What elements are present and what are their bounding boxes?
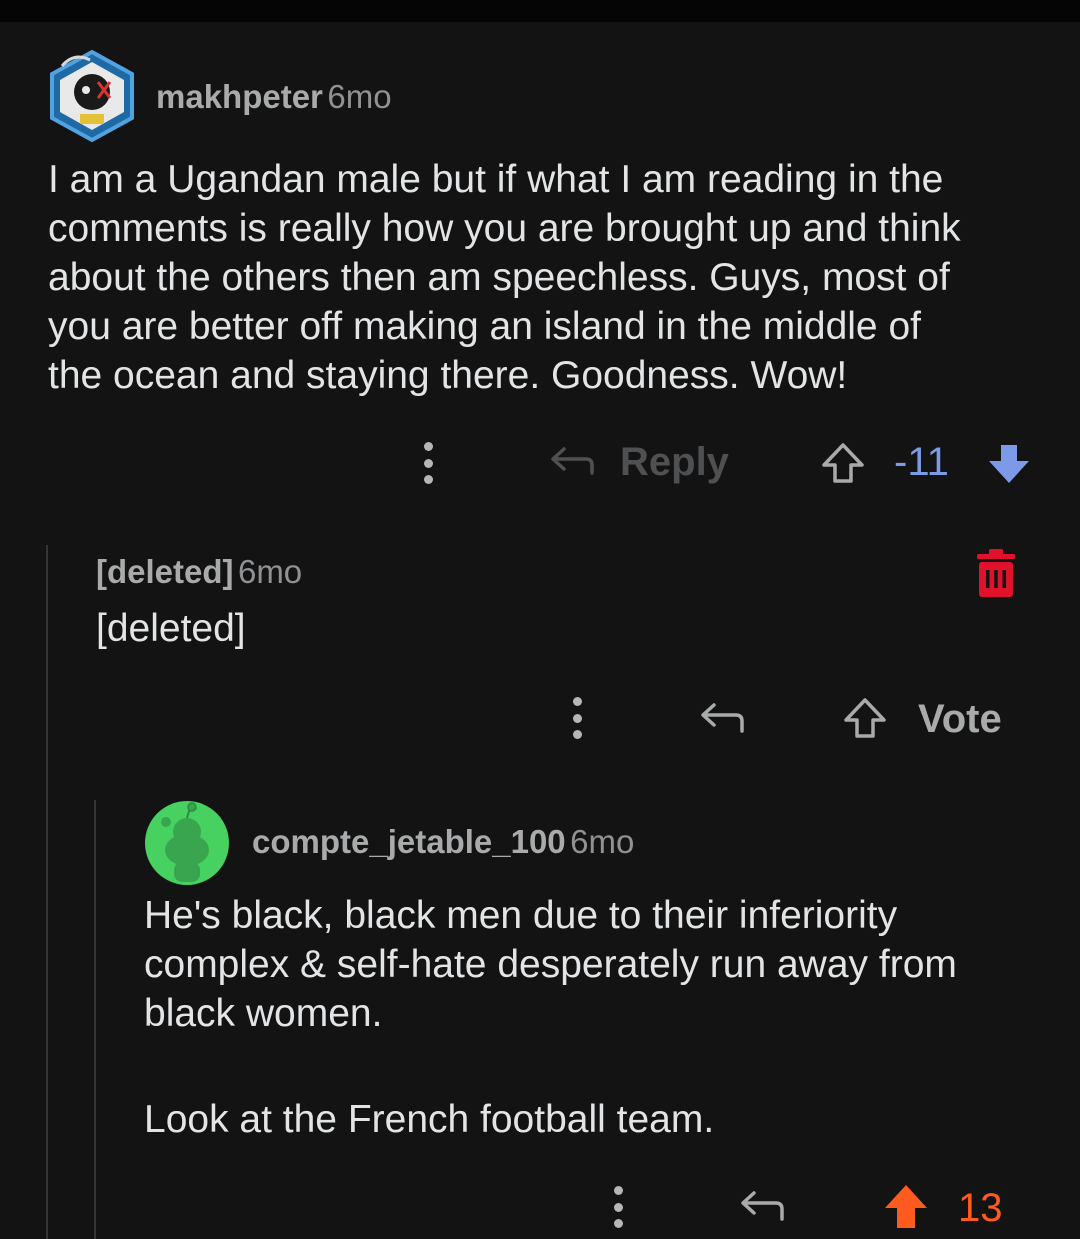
more-options-icon[interactable] [422,442,434,484]
comment-body-line: you are better off making an island in t… [48,305,921,348]
reply-arrow-icon[interactable] [698,697,746,737]
more-options-icon[interactable] [612,1186,624,1228]
downvote-icon[interactable] [986,441,1032,487]
comment-header: makhpeter 6mo [156,78,392,116]
trash-icon[interactable] [976,548,1016,598]
upvote-icon[interactable] [820,441,866,485]
upvote-icon[interactable] [882,1182,930,1230]
vote-button[interactable]: Vote [918,697,1002,742]
thread-line[interactable] [94,800,96,1239]
reply-arrow-icon[interactable] [738,1183,786,1223]
username[interactable]: makhpeter [156,78,323,115]
comment-body: I am a Ugandan male but if what I am rea… [48,155,1048,400]
more-options-icon[interactable] [571,697,583,739]
reply-button[interactable]: Reply [620,440,729,485]
comment-header: compte_jetable_100 6mo [252,823,634,861]
upvote-icon[interactable] [842,696,888,740]
comment-body-line: I am a Ugandan male but if what I am rea… [48,158,944,201]
thread-line[interactable] [46,545,48,1239]
reply-arrow-icon[interactable] [548,443,596,483]
comment-age: 6mo [327,78,392,115]
comment-header: [deleted] 6mo [96,553,302,591]
comment-body-line: black women. [144,992,383,1035]
snoo-avatar-icon[interactable] [144,800,230,886]
username: [deleted] [96,553,234,590]
status-bar [0,0,1080,22]
comment-body-line: complex & self-hate desperately run away… [144,943,957,986]
comment-body-line: the ocean and staying there. Goodness. W… [48,354,848,397]
comment-body-line: Look at the French football team. [144,1098,715,1141]
vote-score: -11 [894,440,949,484]
comment-age: 6mo [237,553,303,590]
comment-body-line: comments is really how you are brought u… [48,207,961,250]
comment-body-line: He's black, black men due to their infer… [144,894,898,937]
user-avatar[interactable] [44,48,140,144]
comment-age: 6mo [570,823,635,860]
username[interactable]: compte_jetable_100 [252,823,566,860]
comment-body: [deleted] [96,607,246,650]
comment-body-line: about the others then am speechless. Guy… [48,256,950,299]
vote-score: 13 [958,1186,1003,1230]
comment-body: He's black, black men due to their infer… [144,891,1054,1038]
